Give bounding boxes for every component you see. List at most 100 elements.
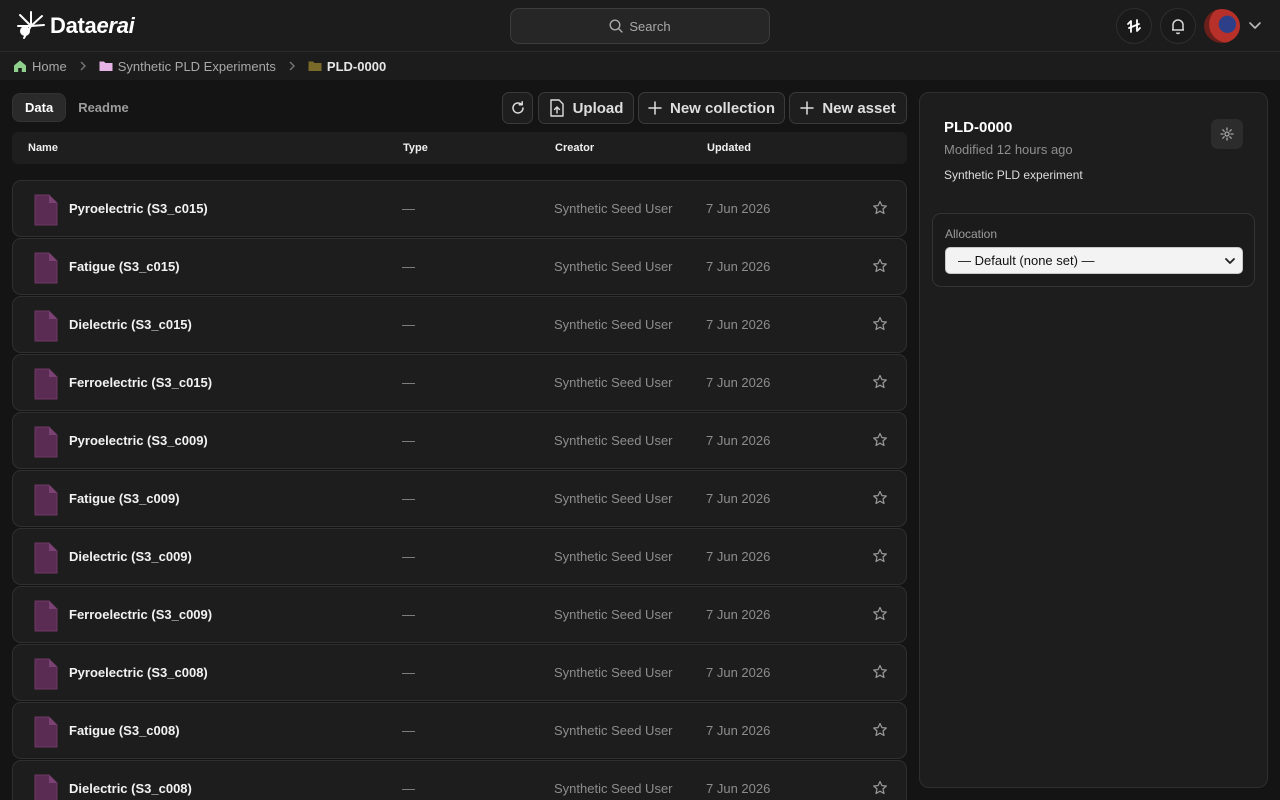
avatar[interactable] [1204,9,1240,43]
home-icon [14,60,26,72]
notifications-button[interactable] [1160,8,1196,44]
asset-name[interactable]: Dielectric (S3_c009) [69,549,192,564]
table-row[interactable]: Pyroelectric (S3_c009) — Synthetic Seed Us… [12,412,907,469]
asset-name[interactable]: Ferroelectric (S3_c015) [69,375,212,390]
asset-updated: 7 Jun 2026 [706,549,771,564]
table-row[interactable]: Fatigue (S3_c015) — Synthetic Seed User 7 J… [12,238,907,295]
asset-name[interactable]: Fatigue (S3_c015) [69,259,180,274]
asset-name[interactable]: Dielectric (S3_c008) [69,781,192,796]
table-row[interactable]: Fatigue (S3_c009) — Synthetic Seed User 7 J… [12,470,907,527]
star-icon[interactable] [872,490,888,506]
table-row[interactable]: Dielectric (S3_c015) — Synthetic Seed User… [12,296,907,353]
star-icon[interactable] [872,664,888,680]
bell-icon [1172,19,1184,35]
asset-creator: Synthetic Seed User [554,259,673,274]
plus-icon [800,101,815,115]
view-tabs: Data Readme [12,93,141,122]
new-collection-button[interactable]: New collection [638,92,785,124]
table-row[interactable]: Dielectric (S3_c008) — Synthetic Seed User… [12,760,907,800]
star-icon[interactable] [872,200,888,216]
file-icon [34,194,58,226]
star-icon[interactable] [872,780,888,796]
table-row[interactable]: Ferroelectric (S3_c015) — Synthetic Seed U… [12,354,907,411]
asset-creator: Synthetic Seed User [554,375,673,390]
tab-data[interactable]: Data [12,93,67,122]
table-header: Name Type Creator Updated [12,132,907,164]
asset-name[interactable]: Fatigue (S3_c009) [69,491,180,506]
refresh-button[interactable] [502,92,533,124]
details-panel: PLD-0000 Modified 12 hours ago Synthetic… [919,92,1268,788]
asset-updated: 7 Jun 2026 [706,433,771,448]
asset-type: — [402,433,415,448]
asset-creator: Synthetic Seed User [554,723,673,738]
asset-type: — [402,317,415,332]
allocation-card: Allocation — Default (none set) — [932,213,1255,287]
star-icon[interactable] [872,316,888,332]
star-icon[interactable] [872,548,888,564]
asset-name[interactable]: Fatigue (S3_c008) [69,723,180,738]
file-icon [34,252,58,284]
star-icon[interactable] [872,258,888,274]
column-header-creator[interactable]: Creator [555,142,594,154]
asset-name[interactable]: Pyroelectric (S3_c015) [69,201,208,216]
table-row[interactable]: Pyroelectric (S3_c008) — Synthetic Seed Us… [12,644,907,701]
logo[interactable]: Dataerai [14,8,135,44]
asset-type: — [402,781,415,796]
upload-button[interactable]: Upload [538,92,634,124]
star-icon[interactable] [872,722,888,738]
asset-updated: 7 Jun 2026 [706,781,771,796]
asset-name[interactable]: Pyroelectric (S3_c008) [69,665,208,680]
asset-name[interactable]: Ferroelectric (S3_c009) [69,607,212,622]
plus-icon [648,101,662,115]
folder-icon [99,61,113,71]
file-icon [34,368,58,400]
settings-button[interactable] [1211,119,1243,149]
top-bar: Dataerai Search [0,0,1280,52]
asset-name[interactable]: Pyroelectric (S3_c009) [69,433,208,448]
search-icon [609,19,624,33]
asset-updated: 7 Jun 2026 [706,723,771,738]
column-header-updated[interactable]: Updated [707,142,751,154]
folder-icon [308,61,322,71]
star-icon[interactable] [872,606,888,622]
asset-updated: 7 Jun 2026 [706,259,771,274]
panel-description: Synthetic PLD experiment [944,168,1083,182]
logo-text: Dataerai [50,13,135,38]
star-icon[interactable] [872,432,888,448]
chevron-down-icon[interactable] [1247,17,1263,33]
table-row[interactable]: Ferroelectric (S3_c009) — Synthetic Seed U… [12,586,907,643]
upload-icon [549,99,564,117]
asset-creator: Synthetic Seed User [554,781,673,796]
sync-icon [1127,19,1141,33]
asset-name[interactable]: Dielectric (S3_c015) [69,317,192,332]
breadcrumb-home[interactable]: Home [13,59,67,74]
file-icon [34,484,58,516]
column-header-name[interactable]: Name [28,142,58,154]
asset-creator: Synthetic Seed User [554,607,673,622]
panel-modified: Modified 12 hours ago [944,142,1073,157]
logo-icon [17,11,45,39]
search-bar[interactable]: Search [510,8,770,44]
column-header-type[interactable]: Type [403,142,428,154]
chevron-down-icon [1225,258,1235,264]
star-icon[interactable] [872,374,888,390]
table-row[interactable]: Fatigue (S3_c008) — Synthetic Seed User 7 J… [12,702,907,759]
allocation-label: Allocation [945,227,998,241]
breadcrumb: Home Synthetic PLD Experiments PLD-0000 [0,52,1280,80]
chevron-right-icon [288,61,296,71]
allocation-select[interactable]: — Default (none set) — [945,247,1243,274]
asset-type: — [402,259,415,274]
file-icon [34,542,58,574]
file-icon [34,310,58,342]
asset-updated: 7 Jun 2026 [706,201,771,216]
new-asset-button[interactable]: New asset [789,92,907,124]
breadcrumb-collection[interactable]: Synthetic PLD Experiments [99,59,276,74]
table-row[interactable]: Dielectric (S3_c009) — Synthetic Seed User… [12,528,907,585]
tab-readme[interactable]: Readme [66,93,141,122]
table-row[interactable]: Pyroelectric (S3_c015) — Synthetic Seed Us… [12,180,907,237]
asset-creator: Synthetic Seed User [554,665,673,680]
asset-type: — [402,665,415,680]
sync-button[interactable] [1116,8,1152,44]
asset-creator: Synthetic Seed User [554,433,673,448]
panel-title: PLD-0000 [944,119,1013,136]
